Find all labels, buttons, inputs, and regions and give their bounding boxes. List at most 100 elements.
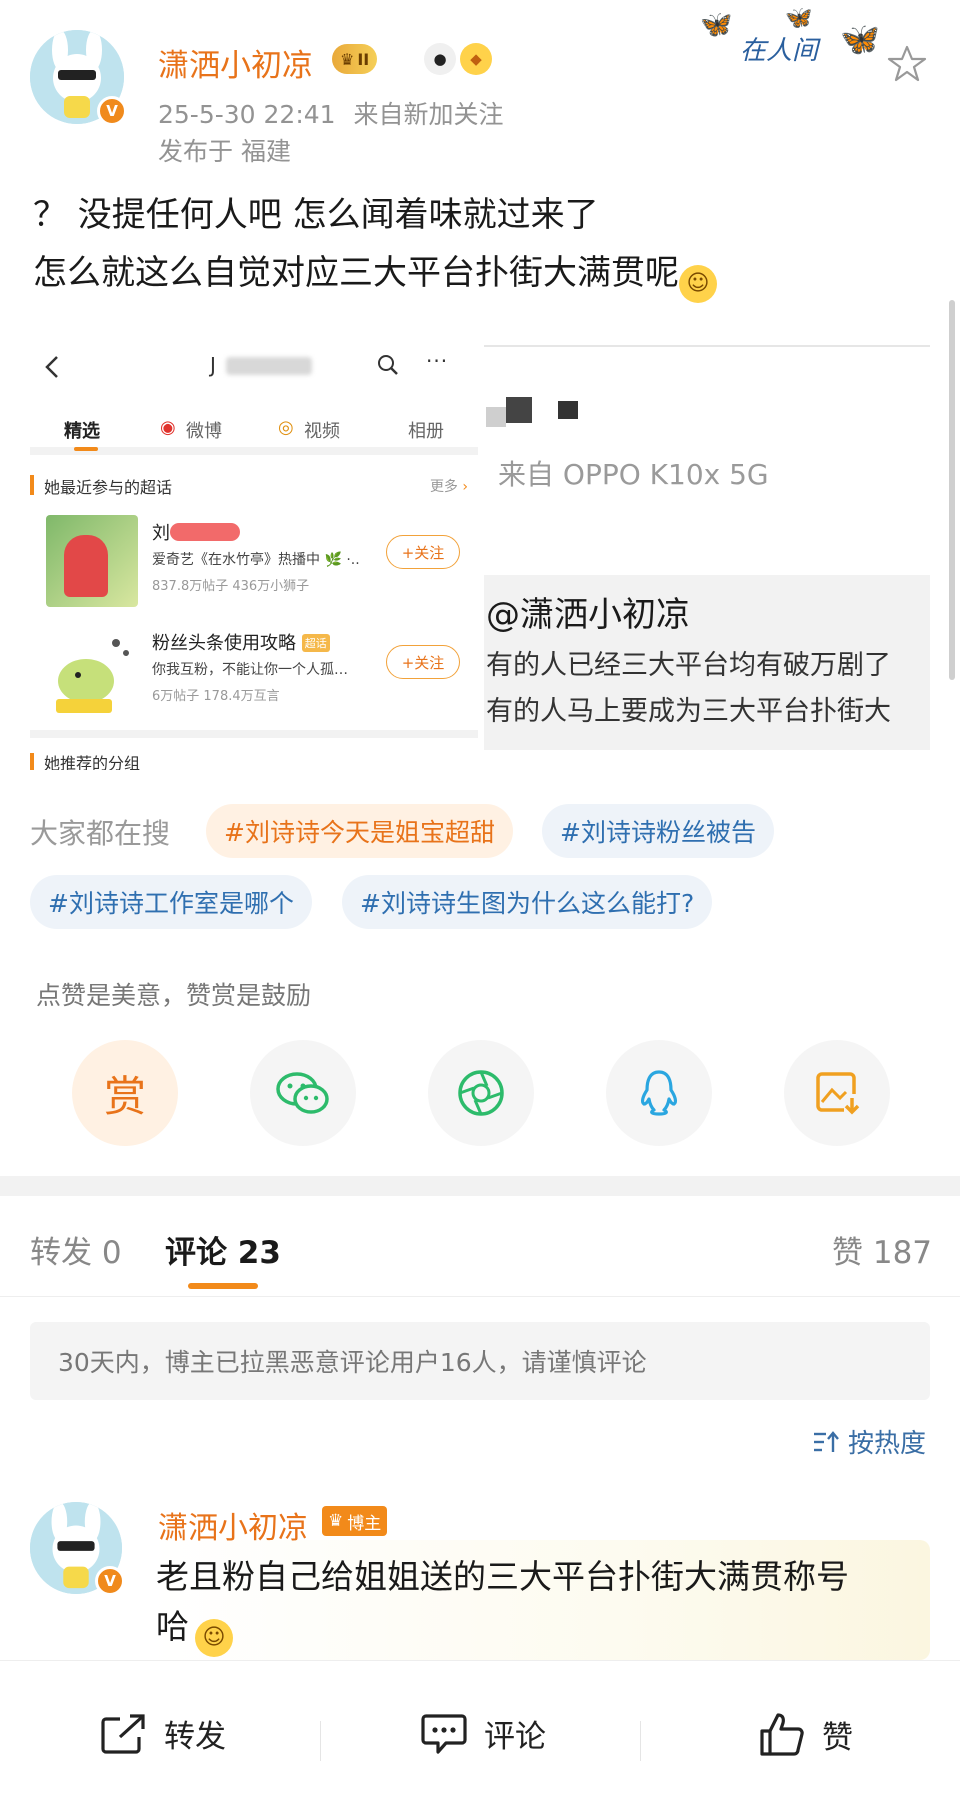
shot-row: 刘 爱奇艺《在水竹亭》热播中 🌿 ·.. 837.8万帖子 436万小狮子 +关… [30, 505, 478, 607]
aperture-icon [458, 1070, 504, 1116]
comment-button[interactable]: 评论 [420, 1711, 546, 1756]
quote-name: @潇洒小初凉 [486, 595, 690, 635]
reward-label: 赏 [103, 1071, 146, 1121]
trending-tag[interactable]: #刘诗诗粉丝被告 [542, 804, 774, 858]
shot-topbar: J ··· [30, 335, 478, 395]
shot-bottom-title: 她推荐的分组 [44, 754, 141, 770]
butterfly-icon: 🦋 [785, 6, 813, 31]
quoted-post-pane[interactable]: 来自 OPPO K10x 5G @潇洒小初凉 有的人已经三大平台均有破万剧了 有… [484, 335, 930, 755]
shot-tab-album: 相册 [408, 421, 444, 442]
thumb-shape [64, 535, 108, 597]
quote-line1: 有的人已经三大平台均有破万剧了 [486, 650, 891, 681]
tab-comments[interactable]: 评论 23 [165, 1227, 281, 1272]
vip-level: II [357, 49, 370, 69]
wechat-icon [276, 1072, 329, 1114]
post-text-line1: ？ 没提任何人吧 怎么闻着味就过来了 [33, 195, 599, 235]
right-divider [484, 345, 930, 347]
like-label: 赞 [822, 1719, 853, 1756]
quote-box: @潇洒小初凉 有的人已经三大平台均有破万剧了 有的人马上要成为三大平台扑街大 [484, 575, 930, 750]
shot-tabs: 精选 ◉ 微博 ◎ 视频 相册 [30, 405, 478, 455]
comment-line1: 老且粉自己给姐姐送的三大平台扑街大满贯称号 [156, 1557, 849, 1596]
smirk-emoji-icon: ☺ [679, 265, 717, 303]
trending-tag[interactable]: #刘诗诗今天是姐宝超甜 [206, 804, 513, 858]
author-name[interactable]: 潇洒小初凉 [158, 40, 313, 85]
section-gap [0, 1176, 960, 1196]
comment-line2-wrap: 哈 ☺ [156, 1602, 936, 1657]
tab-likes[interactable]: 赞 187 [832, 1227, 932, 1272]
post-text-line2: 怎么就这么自觉对应三大平台扑街大满贯呢 ☺ [33, 245, 717, 303]
blogger-badge: ♛ 博主 [322, 1506, 388, 1536]
post-text-line2-content: 怎么就这么自觉对应三大平台扑街大满贯呢 [33, 253, 679, 293]
crown-icon: ♛ [340, 49, 355, 69]
shot-section-header: 她最近参与的超话 更多 › [30, 465, 478, 505]
scrollbar[interactable] [949, 300, 955, 680]
video-icon: ◎ [278, 417, 294, 438]
qq-share-button[interactable] [606, 1040, 712, 1146]
more-dots-icon: ··· [426, 349, 449, 373]
device-source: 来自 OPPO K10x 5G [498, 458, 769, 491]
tab-underline [188, 1283, 258, 1289]
shot-row: 粉丝头条使用攻略 超话 你我互粉，不能让你一个人孤… 6万帖子 178.4万互言… [30, 615, 478, 717]
pixelated-mark [506, 397, 532, 423]
butterfly-icon: 🦋 [700, 10, 733, 40]
post-timestamp: 25-5-30 22:41 [158, 100, 336, 129]
shot-thumb [46, 625, 138, 717]
weibo-icon: ◉ [160, 417, 176, 438]
chaohua-tag: 超话 [301, 634, 330, 652]
thumbs-up-icon [760, 1713, 804, 1756]
shot-row-stat: 6万帖子 178.4万互言 [152, 689, 280, 704]
bottom-action-bar: 转发 评论 赞 [0, 1660, 960, 1808]
save-image-button[interactable] [784, 1040, 890, 1146]
comment-line2: 哈 [156, 1607, 189, 1646]
sort-button[interactable]: 按热度 [812, 1423, 926, 1460]
sort-label: 按热度 [848, 1429, 927, 1459]
bar-divider [640, 1721, 641, 1761]
butterfly-icon: 🦋 [840, 20, 880, 58]
favorite-star-icon[interactable] [887, 44, 927, 84]
shot-handle: J [210, 353, 216, 377]
tab-likes-label: 赞 [832, 1235, 863, 1271]
shot-more-label: 更多 [429, 479, 458, 495]
fish-icon: ◆ [460, 43, 492, 75]
shot-tab-weibo: 微博 [186, 421, 222, 442]
pixelated-mark [486, 407, 506, 427]
reward-note: 点赞是美意，赞赏是鼓励 [36, 981, 312, 1010]
search-icon [378, 355, 398, 375]
shot-row-sub: 你我互粉，不能让你一个人孤… [152, 662, 348, 678]
blurred-handle [226, 357, 312, 375]
shot-row-title-text: 刘 [152, 523, 170, 544]
shot-follow-button: +关注 [386, 535, 460, 569]
shot-section-title: 她最近参与的超话 [44, 478, 173, 497]
shot-divider [30, 730, 478, 738]
shot-row-title-text: 粉丝头条使用攻略 [152, 633, 296, 654]
repost-button[interactable]: 转发 [100, 1711, 226, 1756]
block-notice: 30天内，博主已拉黑恶意评论用户16人，请谨慎评论 [30, 1322, 930, 1400]
chevron-right-icon: › [462, 479, 468, 495]
verified-icon: V [97, 96, 127, 126]
shot-tab-featured: 精选 [64, 421, 100, 442]
tab-comments-label: 评论 [165, 1235, 227, 1271]
trending-tag[interactable]: #刘诗诗生图为什么这么能打? [342, 875, 713, 929]
commenter-name[interactable]: 潇洒小初凉 [158, 1503, 308, 1547]
tab-repost[interactable]: 转发 0 [30, 1227, 122, 1272]
reward-button[interactable]: 赏 [72, 1040, 178, 1146]
repost-label: 转发 [164, 1719, 226, 1755]
bar-divider [320, 1721, 321, 1761]
post-source[interactable]: 来自新加关注 [354, 100, 504, 129]
shot-tab-underline [74, 447, 98, 451]
shot-row-sub: 爱奇艺《在水竹亭》热播中 🌿 ·.. [152, 552, 360, 568]
wechat-share-button[interactable] [250, 1040, 356, 1146]
like-button[interactable]: 赞 [758, 1711, 853, 1757]
comment-label: 评论 [484, 1719, 546, 1755]
sort-icon [814, 1430, 839, 1452]
vip-badge[interactable]: ♛ II [332, 44, 378, 74]
qq-penguin-icon [640, 1070, 678, 1116]
embedded-screenshot[interactable]: J ··· 精选 ◉ 微博 ◎ 视频 相册 她最近参与的超话 更多 › 刘 爱奇… [30, 335, 478, 770]
smirk-emoji-icon: ☺ [195, 1619, 233, 1657]
panda-icon: ● [424, 43, 456, 75]
shot-more: 更多 › [430, 476, 468, 496]
tab-divider [0, 1296, 960, 1297]
trending-tag[interactable]: #刘诗诗工作室是哪个 [30, 875, 312, 929]
moments-share-button[interactable] [428, 1040, 534, 1146]
comment-text: 老且粉自己给姐姐送的三大平台扑街大满贯称号 哈 ☺ [156, 1552, 936, 1657]
